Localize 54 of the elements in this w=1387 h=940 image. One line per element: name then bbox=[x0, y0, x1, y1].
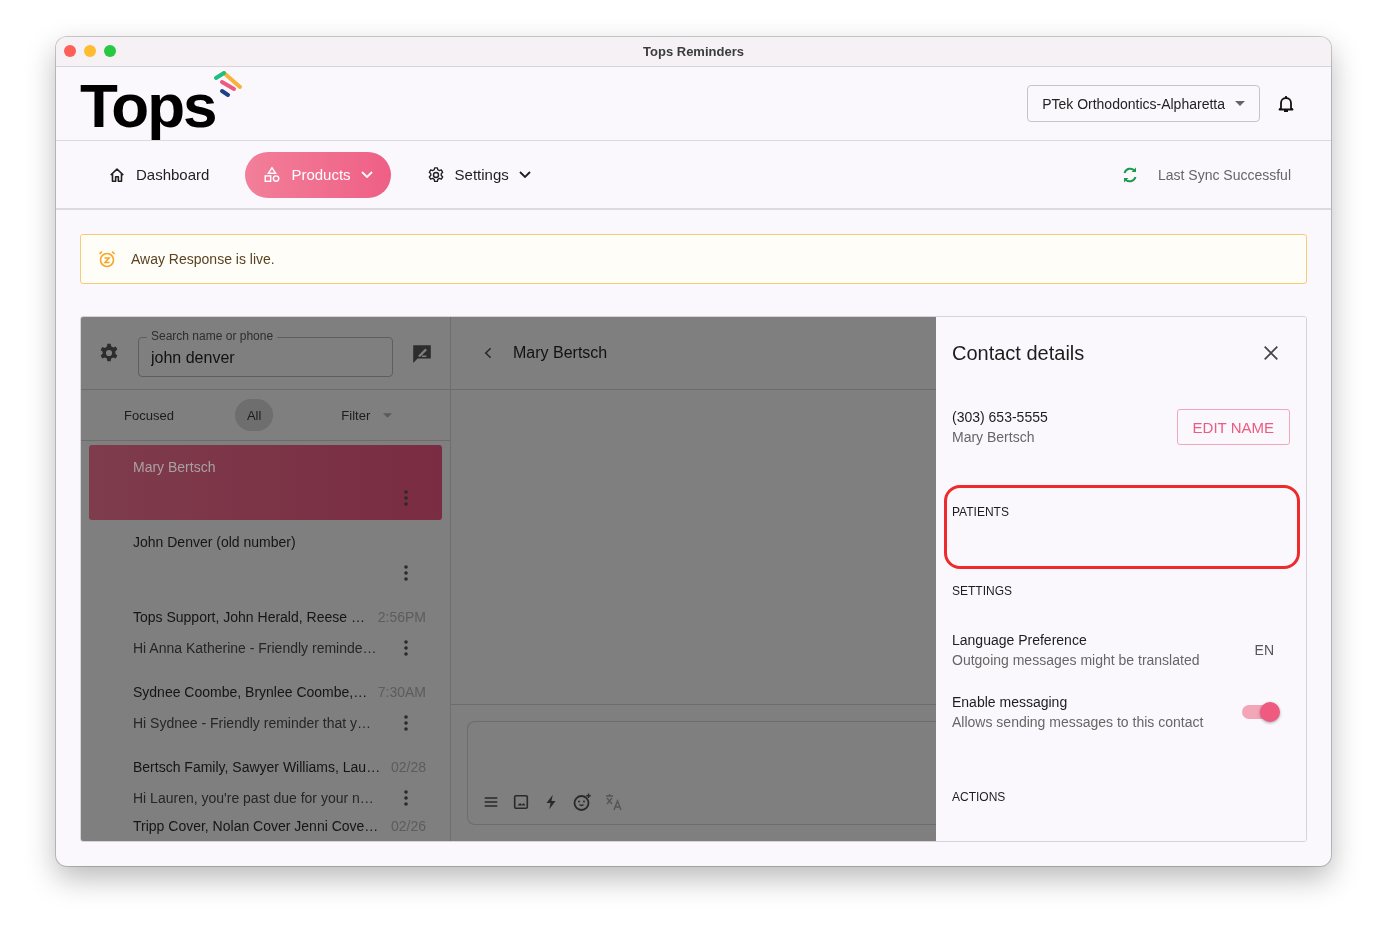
conversation-title: Sydnee Coombe, Brynlee Coombe,… bbox=[133, 684, 368, 701]
settings-icon bbox=[426, 165, 445, 184]
setting-label: Language Preference bbox=[952, 632, 1088, 648]
nav-tab[interactable]: Products bbox=[245, 151, 391, 198]
search-field[interactable]: Search name or phone john denver bbox=[138, 329, 393, 377]
setting-value: EN bbox=[1254, 642, 1274, 658]
shapes-icon bbox=[263, 165, 282, 184]
close-button[interactable] bbox=[64, 45, 76, 57]
setting-label: Enable messaging bbox=[952, 694, 1069, 710]
search-input[interactable]: john denver bbox=[138, 348, 364, 367]
setting-description: Allows sending messages to this contact bbox=[952, 714, 1204, 730]
drawer-title: Contact details bbox=[952, 341, 1085, 365]
message-preview: Hi Anna Katherine - Friendly reminde… bbox=[133, 639, 377, 656]
filter-tab[interactable]: All bbox=[234, 399, 274, 431]
conversation-title: Bertsch Family, Sawyer Williams, Lau… bbox=[133, 759, 381, 776]
image-icon[interactable] bbox=[512, 793, 530, 811]
section-heading: ACTIONS bbox=[952, 790, 1007, 804]
section-heading: SETTINGS bbox=[952, 584, 1013, 598]
nav-tab[interactable]: Settings bbox=[414, 151, 543, 198]
conversation-title: John Denver (old number) bbox=[133, 534, 296, 551]
close-icon[interactable] bbox=[1262, 344, 1280, 362]
contact-name: Mary Bertsch bbox=[513, 344, 608, 362]
message-preview: Hi Sydnee - Friendly reminder that y… bbox=[133, 714, 372, 731]
more-icon[interactable] bbox=[404, 639, 408, 656]
conversation-title: Tops Support, John Herald, Reese … bbox=[133, 609, 365, 626]
field-label: Search name or phone bbox=[147, 329, 278, 344]
section-heading: PATIENTS bbox=[952, 505, 1010, 519]
filter-dropdown[interactable]: Filter bbox=[335, 406, 399, 424]
conversation-item[interactable]: John Denver (old number) bbox=[89, 520, 442, 595]
emoji-icon[interactable] bbox=[572, 792, 592, 812]
alarm-clock-icon bbox=[97, 249, 117, 269]
settings-icon[interactable] bbox=[98, 342, 120, 364]
filter-tab[interactable]: Focused bbox=[103, 399, 195, 431]
location-select[interactable]: PTek Orthodontics-Alpharetta bbox=[1027, 85, 1260, 122]
sync-status: Last Sync Successful bbox=[1157, 166, 1291, 183]
zoom-button[interactable] bbox=[104, 45, 116, 57]
setting-description: Outgoing messages might be translated bbox=[952, 652, 1200, 668]
conversation-title: Tripp Cover, Nolan Cover Jenni Cove… bbox=[133, 818, 379, 834]
banner-text: Away Response is live. bbox=[131, 251, 275, 267]
dropdown-caret-icon bbox=[1235, 101, 1245, 106]
contact-phone: (303) 653-5555 bbox=[952, 409, 1048, 425]
bell-icon[interactable] bbox=[1276, 93, 1296, 114]
more-icon[interactable] bbox=[404, 564, 408, 581]
more-icon[interactable] bbox=[404, 789, 408, 806]
more-icon[interactable] bbox=[404, 714, 408, 731]
compose-icon[interactable] bbox=[411, 342, 433, 364]
conversation-item[interactable]: Mary Bertsch bbox=[89, 445, 442, 520]
conversation-title: Mary Bertsch bbox=[133, 459, 216, 476]
contact-name: Mary Bertsch bbox=[952, 429, 1036, 445]
edit-name-button[interactable]: EDIT NAME bbox=[1176, 409, 1290, 445]
window-title: Tops Reminders bbox=[643, 44, 744, 59]
dropdown-caret-icon bbox=[383, 412, 393, 418]
nav-tab[interactable]: Dashboard bbox=[96, 151, 222, 198]
message-preview: Hi Lauren, you're past due for your n… bbox=[133, 789, 374, 806]
